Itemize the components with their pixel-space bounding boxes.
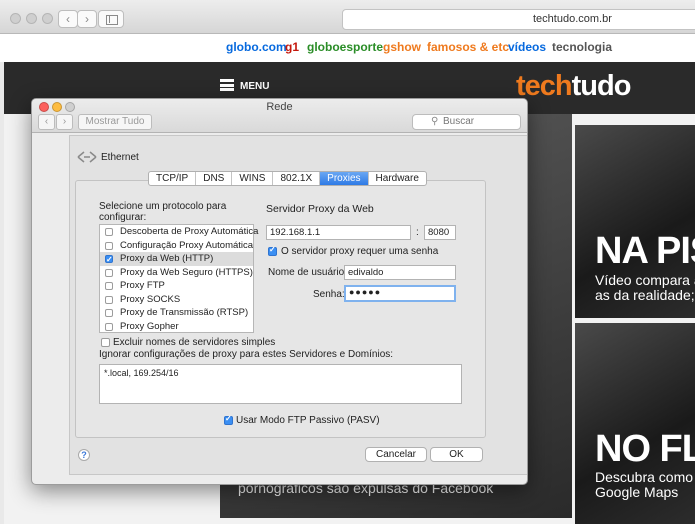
tab-8021x[interactable]: 802.1X [273,172,321,185]
proxy-port-field[interactable]: 8080 [424,225,456,240]
hamburger-menu-icon[interactable] [220,79,234,91]
username-field[interactable]: edivaldo [344,265,456,280]
globo-nav: globo.com g1 globoesporte gshow famosos … [0,34,695,62]
protocol-checkbox[interactable] [105,309,113,317]
forward-button[interactable]: › [77,10,97,28]
back-button[interactable]: ‹ [58,10,78,28]
cancel-button[interactable]: Cancelar [365,447,427,462]
protocol-checkbox[interactable] [105,228,113,236]
protocol-row-https[interactable]: Proxy da Web Seguro (HTTPS) [100,266,253,280]
network-preferences-window: Rede ‹ › Mostrar Tudo ⚲ Buscar Ethernet T… [31,98,528,485]
url-text: techtudo.com.br [533,13,612,25]
password-label: Senha: [313,289,345,300]
tab-tcpip[interactable]: TCP/IP [149,172,197,185]
story-subtitle: Vídeo compara a [595,272,695,288]
bypass-label: Ignorar configurações de proxy para este… [99,349,394,360]
protocol-checkbox[interactable] [105,322,113,331]
back-button[interactable]: ‹ [38,114,55,130]
search-field[interactable]: ⚲ Buscar [412,114,521,130]
password-field[interactable]: ●●●●● [344,285,456,302]
help-icon: ? [81,450,87,460]
protocol-row-rtsp[interactable]: Proxy de Transmissão (RTSP) [100,306,253,320]
nav-link-g1[interactable]: g1 [285,40,299,54]
chevron-left-icon: ‹ [44,116,49,127]
port-separator: : [416,227,419,238]
nav-link-globo[interactable]: globo.com [226,40,287,54]
story-headline: NA PIS [595,230,695,272]
exclude-simple-hostnames-checkbox[interactable] [101,338,110,347]
story-card-top-right[interactable]: NA PIS Vídeo compara a as da realidade; … [575,125,695,318]
tab-proxies[interactable]: Proxies [320,172,369,185]
proxy-server-label: Servidor Proxy da Web [266,203,374,215]
search-icon: ⚲ [431,116,439,127]
story-subtitle: Google Maps [595,484,679,500]
nav-link-famosos[interactable]: famosos & etc [427,40,509,54]
chevron-right-icon: › [62,116,67,127]
protocol-row-auto-discovery[interactable]: Descoberta de Proxy Automática [100,225,258,239]
minimize-window-button[interactable] [26,13,37,24]
zoom-window-button[interactable] [42,13,53,24]
tab-dns[interactable]: DNS [196,172,233,185]
story-subtitle: Descubra como a [595,469,695,485]
nav-link-gshow[interactable]: gshow [383,40,421,54]
protocol-row-ftp[interactable]: Proxy FTP [100,279,253,293]
proxy-host-field[interactable]: 192.168.1.1 [266,225,411,240]
protocol-checkbox[interactable] [105,253,113,266]
chevron-right-icon: › [85,12,89,26]
sidebar-toggle-button[interactable] [98,10,124,28]
chevron-left-icon: ‹ [66,12,70,26]
forward-button[interactable]: › [56,114,73,130]
tab-wins[interactable]: WINS [232,172,274,185]
window-titlebar: Rede ‹ › Mostrar Tudo ⚲ Buscar [32,99,527,133]
protocol-prompt: Selecione um protocolo para [99,201,227,212]
bypass-hosts-textarea[interactable]: *.local, 169.254/16 [99,364,462,404]
browser-toolbar: ‹ › techtudo.com.br [0,0,695,34]
requires-password-label[interactable]: O servidor proxy requer uma senha [281,246,438,257]
story-card-bottom-right[interactable]: NO FLA Descubra como a Google Maps [575,323,695,524]
nav-link-videos[interactable]: vídeos [508,40,546,54]
help-button[interactable]: ? [78,449,90,461]
exclude-simple-hostnames-label[interactable]: Excluir nomes de servidores simples [113,337,275,348]
story-headline: NO FLA [595,428,695,470]
ethernet-icon [77,151,97,163]
protocol-row-auto-config[interactable]: Configuração Proxy Automática [100,239,253,253]
protocol-row-gopher[interactable]: Proxy Gopher [100,320,253,334]
requires-password-checkbox[interactable] [268,245,277,256]
show-all-button[interactable]: Mostrar Tudo [78,114,152,130]
site-logo[interactable]: techtudo [516,70,631,103]
search-placeholder: Buscar [443,116,475,127]
close-window-button[interactable] [10,13,21,24]
protocol-prompt-cont: configurar: [99,212,147,223]
protocol-checkbox[interactable] [105,241,113,250]
protocol-list: Descoberta de Proxy Automática Configura… [99,224,258,334]
protocol-checkbox[interactable] [105,282,113,290]
address-bar[interactable]: techtudo.com.br [342,9,695,30]
nav-link-globoesporte[interactable]: globoesporte [307,40,383,54]
protocol-row-socks[interactable]: Proxy SOCKS [100,293,253,307]
window-title: Rede [266,101,293,113]
tab-hardware[interactable]: Hardware [369,172,426,185]
passive-ftp-label[interactable]: Usar Modo FTP Passivo (PASV) [236,415,380,426]
story-subtitle: as da realidade; c [595,287,695,303]
protocol-checkbox[interactable] [105,295,113,304]
interface-name: Ethernet [101,152,139,163]
menu-label[interactable]: MENU [240,81,269,92]
ok-button[interactable]: OK [430,447,483,462]
protocol-row-http[interactable]: Proxy da Web (HTTP) [100,252,253,266]
username-label: Nome de usuário: [268,267,347,278]
nav-link-tecnologia[interactable]: tecnologia [552,40,612,54]
passive-ftp-checkbox[interactable] [224,414,233,425]
protocol-checkbox[interactable] [105,268,113,277]
settings-tabs: TCP/IP DNS WINS 802.1X Proxies Hardware [148,171,427,186]
